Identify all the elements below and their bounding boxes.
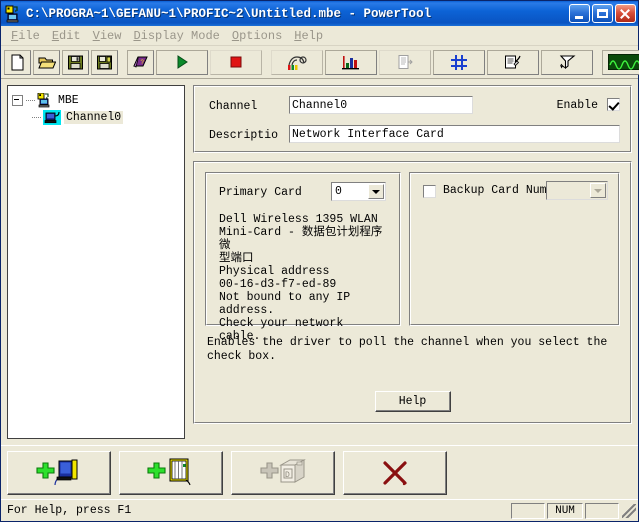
stop-square-icon — [230, 56, 242, 68]
about-button[interactable]: ? — [127, 49, 154, 75]
description-label: Descriptio — [209, 129, 279, 142]
open-file-button[interactable] — [33, 49, 60, 75]
main-body: MBE Channel0 Channel Channel0 Enable Des… — [1, 79, 638, 445]
statistics-button[interactable] — [325, 49, 377, 75]
minimize-button[interactable] — [569, 4, 590, 23]
status-pane-1 — [511, 502, 545, 519]
menu-view[interactable]: View — [87, 28, 128, 44]
menu-display-mode[interactable]: Display Mode — [127, 28, 225, 44]
backup-card-select[interactable] — [546, 181, 608, 200]
mbe-document-icon — [4, 5, 22, 23]
import-button[interactable] — [487, 49, 539, 75]
description-input[interactable]: Network Interface Card — [289, 125, 620, 143]
hint-text: Enables the driver to poll the channel w… — [207, 336, 608, 363]
menu-edit[interactable]: Edit — [46, 28, 87, 44]
purple-book-icon: ? — [132, 56, 148, 68]
funnel-hand-icon — [559, 55, 576, 70]
wiring-tools-icon — [288, 55, 307, 70]
svg-text:?: ? — [140, 59, 144, 66]
action-toolbar: D — [1, 445, 638, 499]
tree-node-channel0[interactable]: Channel0 — [32, 109, 180, 126]
tree-node-label: Channel0 — [64, 111, 124, 124]
menu-file[interactable]: File — [5, 28, 46, 44]
maximize-button[interactable] — [592, 4, 613, 23]
primary-card-info: Dell Wireless 1395 WLAN Mini-Card - 数据包计… — [219, 213, 383, 343]
primary-card-group: Primary Card 0 Dell Wireless 1395 WLAN M… — [205, 172, 401, 343]
mbe-server-icon — [37, 93, 50, 108]
enable-checkbox[interactable] — [607, 98, 620, 111]
floppy-disk-icon — [68, 55, 83, 69]
menu-bar: File Edit View Display Mode Options Help — [1, 26, 638, 46]
help-button[interactable]: Help — [374, 391, 451, 412]
channel-settings-panel: Channel Channel0 Enable Descriptio Netwo… — [193, 85, 632, 439]
status-bar: For Help, press F1 NUM — [1, 499, 638, 521]
add-datablock-button[interactable]: D — [231, 450, 335, 495]
tree-node-mbe[interactable]: MBE — [12, 92, 180, 109]
stop-button[interactable] — [210, 49, 262, 75]
powertool-window: C:\PROGRA~1\GEFANU~1\PROFIC~2\Untitled.m… — [0, 0, 639, 522]
new-file-button[interactable] — [4, 49, 31, 75]
bar-chart-icon — [342, 56, 359, 70]
chevron-down-icon[interactable] — [590, 183, 606, 198]
backup-card-checkbox[interactable] — [423, 185, 436, 198]
add-channel-button[interactable] — [7, 450, 111, 495]
backup-card-group: Backup Card Number — [409, 172, 620, 326]
play-triangle-icon — [177, 55, 188, 69]
channel-tree[interactable]: MBE Channel0 — [7, 85, 185, 439]
file-toolbar-group: ? — [3, 49, 155, 75]
menu-help[interactable]: Help — [288, 28, 329, 44]
new-document-icon — [11, 54, 24, 70]
status-message: For Help, press F1 — [7, 504, 132, 517]
run-toolbar-group — [155, 49, 378, 75]
channel-info-group: Channel Channel0 Enable Descriptio Netwo… — [193, 85, 632, 153]
primary-card-label: Primary Card — [219, 186, 302, 199]
svg-text:D: D — [285, 471, 290, 480]
network-button[interactable] — [433, 49, 485, 75]
primary-card-select[interactable]: 0 — [331, 182, 386, 201]
red-x-icon — [383, 460, 407, 485]
channel-input[interactable]: Channel0 — [289, 96, 473, 114]
menu-options[interactable]: Options — [226, 28, 288, 44]
add-cube-icon: D — [260, 458, 306, 483]
green-waveform-icon — [608, 54, 639, 70]
add-rack-icon — [147, 458, 191, 485]
blue-grid-icon — [451, 54, 467, 70]
primary-card-value: 0 — [335, 185, 342, 198]
save-button[interactable] — [62, 49, 89, 75]
start-button[interactable] — [156, 49, 208, 75]
status-pane-num: NUM — [547, 502, 583, 519]
close-button[interactable] — [615, 4, 636, 23]
add-device-icon — [36, 459, 78, 485]
report-button[interactable] — [379, 49, 431, 75]
monitor-button[interactable] — [602, 49, 639, 75]
cards-group: Primary Card 0 Dell Wireless 1395 WLAN M… — [193, 161, 632, 424]
tools-toolbar-group — [378, 49, 639, 75]
open-folder-icon — [37, 57, 56, 68]
resize-grip[interactable] — [622, 503, 636, 518]
title-bar: C:\PROGRA~1\GEFANU~1\PROFIC~2\Untitled.m… — [1, 1, 638, 26]
channel-card-icon — [43, 110, 61, 125]
save-all-button[interactable] — [91, 49, 118, 75]
document-export-icon — [398, 55, 413, 69]
tree-expander-icon[interactable] — [12, 95, 23, 106]
chevron-down-icon[interactable] — [368, 184, 384, 199]
document-paint-icon — [505, 55, 521, 69]
tree-node-label: MBE — [58, 94, 79, 107]
window-controls — [569, 4, 636, 23]
channel-label: Channel — [209, 100, 258, 113]
tool-button[interactable] — [541, 49, 593, 75]
floppy-disk-all-icon — [97, 55, 112, 69]
enable-label: Enable — [556, 99, 598, 112]
configure-button[interactable] — [271, 49, 323, 75]
status-pane-3 — [585, 502, 619, 519]
main-toolbar: ? — [1, 46, 639, 79]
window-title: C:\PROGRA~1\GEFANU~1\PROFIC~2\Untitled.m… — [26, 6, 432, 21]
delete-button[interactable] — [343, 450, 447, 495]
add-board-button[interactable] — [119, 450, 223, 495]
